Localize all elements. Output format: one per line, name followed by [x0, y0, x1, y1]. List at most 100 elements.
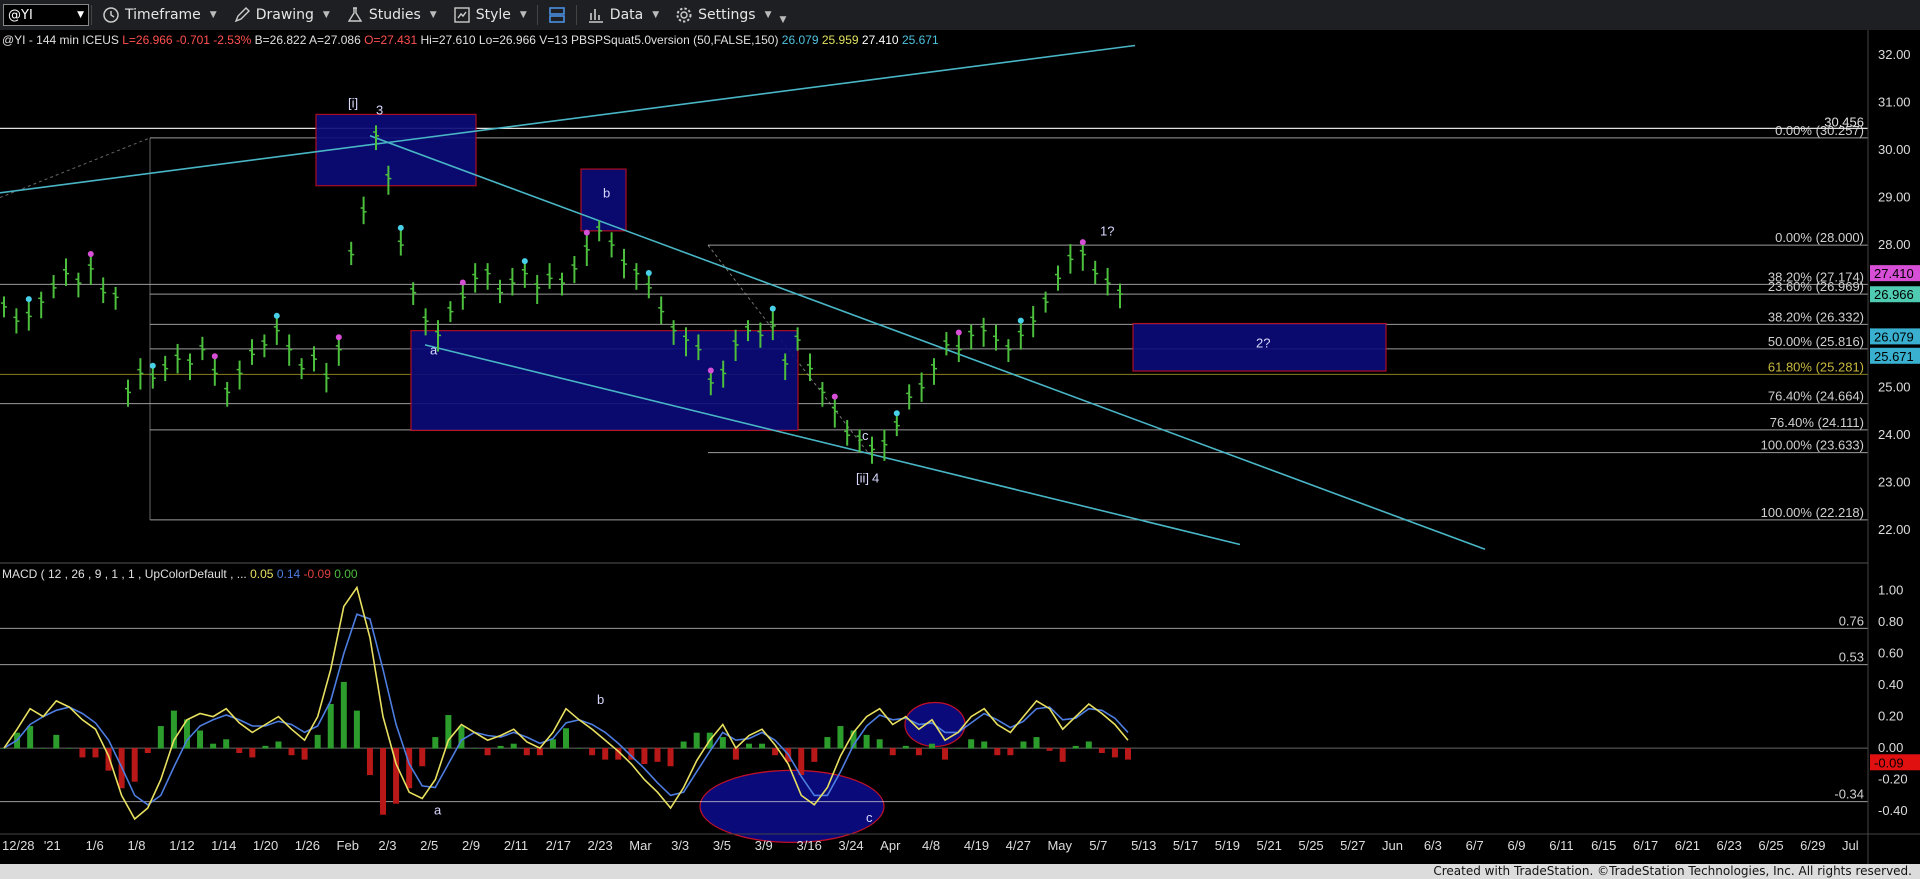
time-tick-label: 1/20 [253, 838, 278, 853]
time-tick-label: 2/23 [587, 838, 612, 853]
signal-dot [87, 251, 94, 258]
time-tick-label: 6/15 [1591, 838, 1616, 853]
time-tick-label: 6/11 [1549, 838, 1573, 853]
macd-histogram-bar [902, 745, 909, 749]
macd-histogram-bar [1059, 748, 1066, 762]
macd-histogram-bar [536, 748, 543, 756]
signal-dot [831, 393, 838, 400]
macd-histogram-bar [144, 748, 151, 754]
macd-histogram-bar [719, 737, 726, 749]
macd-histogram-bar [1098, 748, 1105, 754]
chevron-down-icon: ▼ [209, 10, 217, 20]
time-tick-label: 5/7 [1089, 838, 1107, 853]
time-tick-label: 6/25 [1758, 838, 1783, 853]
toolbar-separator [536, 5, 538, 25]
drawing-button[interactable]: Drawing ▼ [225, 1, 338, 29]
fib-label: 23.60% (26.969) [1768, 279, 1864, 294]
macd-histogram-bar [314, 734, 321, 749]
macd-histogram-bar [641, 748, 648, 765]
price-tag-label: 26.966 [1874, 287, 1914, 302]
wave-box-top[interactable] [315, 113, 477, 187]
signal-dot [335, 334, 342, 341]
settings-label: Settings [698, 7, 756, 23]
macd-histogram-bar [654, 748, 661, 762]
wave-annotation: 1? [1100, 224, 1114, 239]
time-tick-label: Jun [1382, 838, 1403, 853]
price-tick-label: 23.00 [1878, 475, 1911, 490]
price-tag-label: 27.410 [1874, 266, 1914, 281]
macd-histogram-bar [157, 726, 164, 749]
time-tick-label: 5/19 [1215, 838, 1240, 853]
price-tick-label: 25.00 [1878, 380, 1911, 395]
chevron-down-icon: ▼ [519, 10, 527, 20]
overflow-caret-icon[interactable]: ▼ [780, 15, 787, 25]
macd-histogram-bar [353, 710, 360, 749]
symbol-value: @YI [8, 7, 33, 23]
fib-label: 76.40% (24.111) [1770, 415, 1864, 430]
signal-dot [25, 296, 32, 303]
time-tick-label: 5/25 [1298, 838, 1323, 853]
chevron-down-icon: ▼ [764, 10, 772, 20]
drawing-label: Drawing [255, 7, 314, 23]
wave-annotation: [ii] [856, 471, 869, 486]
time-tick-label: 2/9 [462, 838, 480, 853]
data-button[interactable]: Data ▼ [579, 1, 667, 29]
macd-histogram-bar [131, 748, 138, 782]
wave-annotation: 3 [376, 102, 383, 117]
macd-histogram-bar [340, 681, 347, 749]
time-tick-label: 3/3 [671, 838, 689, 853]
macd-histogram-bar [366, 748, 373, 776]
macd-histogram-bar [419, 748, 426, 767]
macd-histogram-bar [471, 748, 478, 749]
macd-histogram-bar [1072, 745, 1079, 749]
top-level-label: 30.456 [1824, 114, 1864, 129]
toolbar: @YI ▼ Timeframe ▼ Drawing ▼ Studies ▼ St… [0, 0, 1920, 31]
time-tick-label: 4/19 [964, 838, 989, 853]
signal-dot [521, 258, 528, 265]
macd-histogram-bar [380, 748, 387, 815]
macd-histogram-bar [680, 741, 687, 749]
time-tick-label: Jul [1842, 838, 1859, 853]
studies-label: Studies [368, 7, 421, 23]
macd-histogram-bar [275, 741, 282, 749]
signal-dot [707, 367, 714, 374]
signal-dot [583, 229, 590, 236]
macd-histogram-bar [955, 748, 962, 749]
timeframe-button[interactable]: Timeframe ▼ [94, 1, 225, 29]
time-tick-label: 2/17 [546, 838, 571, 853]
macd-last-tag-label: -0.09 [1874, 755, 1904, 770]
price-tick-label: 30.00 [1878, 142, 1911, 157]
time-tick-label: 6/9 [1507, 838, 1525, 853]
macd-histogram-bar [811, 748, 818, 762]
studies-button[interactable]: Studies ▼ [338, 1, 445, 29]
time-tick-label: 4/27 [1006, 838, 1031, 853]
style-button[interactable]: Style ▼ [445, 1, 535, 29]
time-tick-label: 6/17 [1633, 838, 1658, 853]
signal-dot [955, 329, 962, 336]
signal-dot [1079, 239, 1086, 246]
layout-button[interactable] [540, 1, 574, 29]
chart-area[interactable]: 0.00% (30.257)0.00% (28.000)38.20% (27.1… [0, 30, 1920, 864]
price-tick-label: 28.00 [1878, 237, 1911, 252]
macd-ellipse-c[interactable] [699, 769, 885, 843]
macd-tick-label: 0.80 [1878, 614, 1903, 629]
macd-histogram-bar [549, 739, 556, 749]
price-tick-label: 31.00 [1878, 95, 1911, 110]
chevron-down-icon: ▼ [77, 10, 84, 20]
style-label: Style [475, 7, 511, 23]
time-tick-label: 4/8 [922, 838, 940, 853]
fib-label: 100.00% (23.633) [1761, 438, 1864, 453]
fib-label: 100.00% (22.218) [1761, 505, 1864, 520]
wave-annotation: c [862, 428, 869, 443]
time-tick-label: 12/28 [2, 838, 35, 853]
macd-histogram-bar [288, 748, 295, 756]
time-tick-label: Feb [337, 838, 359, 853]
signal-dot [893, 410, 900, 417]
macd-histogram-bar [197, 730, 204, 749]
symbol-input[interactable]: @YI ▼ [3, 4, 89, 26]
macd-histogram-bar [732, 748, 739, 760]
settings-button[interactable]: Settings ▼ [667, 1, 779, 29]
wave-box-large[interactable] [410, 330, 799, 432]
macd-histogram-bar [497, 745, 504, 749]
time-tick-label: 3/5 [713, 838, 731, 853]
